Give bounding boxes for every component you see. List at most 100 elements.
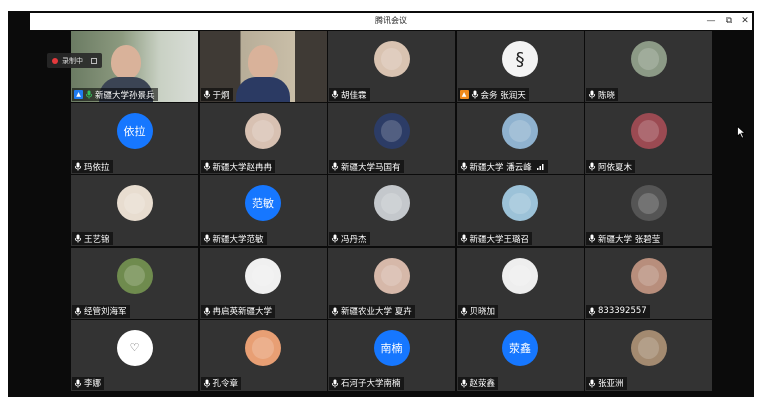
participant-tile[interactable]: 范敏 新疆大学范敏 — [199, 175, 327, 247]
participant-nameplate: 经管刘海军 — [72, 304, 130, 318]
microphone-icon[interactable] — [203, 90, 211, 99]
close-button[interactable]: ✕ — [736, 14, 754, 28]
participant-tile[interactable]: 833392557 — [585, 247, 712, 319]
microphone-icon[interactable] — [331, 162, 339, 171]
mouse-cursor-icon — [737, 126, 746, 139]
participant-tile[interactable]: 陈晓 — [585, 31, 712, 102]
participant-nameplate: 孔令章 — [200, 376, 242, 390]
participant-nameplate: 新疆大学 张碧莹 — [586, 232, 664, 246]
participant-tile[interactable]: 阿依夏木 — [585, 103, 712, 175]
participant-nameplate: 张亚洲 — [586, 376, 627, 390]
participant-name: 孔令章 — [212, 379, 239, 390]
participant-name: 张亚洲 — [598, 379, 624, 390]
microphone-icon[interactable] — [331, 90, 339, 99]
participant-tile[interactable]: ♡ 李娜 — [71, 319, 198, 391]
microphone-icon[interactable] — [203, 379, 211, 388]
stop-record-icon[interactable] — [91, 57, 97, 64]
participant-tile[interactable]: 新疆大学 张碧莹 — [585, 175, 712, 247]
microphone-icon[interactable] — [331, 307, 339, 316]
microphone-icon[interactable] — [74, 379, 82, 388]
minimize-button[interactable]: — — [702, 14, 720, 28]
microphone-icon[interactable] — [588, 162, 596, 171]
microphone-icon[interactable] — [203, 234, 211, 243]
participant-tile[interactable]: 新疆大学马国有 — [328, 103, 455, 175]
participant-name: 新疆大学马国有 — [341, 162, 401, 173]
flowers-icon — [630, 113, 667, 150]
participant-nameplate: ▲ 新疆大学孙景兵 — [72, 88, 158, 101]
microphone-icon[interactable] — [74, 307, 82, 316]
avatar-text: 范敏 — [245, 185, 281, 222]
microphone-icon[interactable] — [74, 162, 82, 171]
participant-tile[interactable]: 经管刘海军 — [71, 247, 198, 319]
baby-icon — [245, 113, 281, 150]
microphone-icon[interactable] — [85, 90, 93, 99]
person-figure — [247, 45, 278, 79]
participant-tile[interactable]: 新疆大学赵冉冉 — [199, 103, 327, 175]
microphone-icon[interactable] — [203, 307, 211, 316]
participant-tile[interactable]: § ▲ 会务 张润天 — [456, 31, 584, 102]
participant-nameplate: 胡佳霖 — [329, 88, 370, 101]
participant-nameplate: 于炯 — [200, 88, 233, 101]
microphone-icon[interactable] — [460, 234, 468, 243]
avatar-text: 依拉 — [116, 113, 153, 150]
participant-nameplate: 贝晓加 — [457, 304, 499, 318]
participant-tile[interactable]: 新疆大学王璐召 — [456, 175, 584, 247]
swirl-logo-icon: § — [502, 41, 538, 77]
participant-nameplate: 新疆大学 潘云峰 — [457, 160, 548, 174]
participant-tile[interactable]: 胡佳霖 — [328, 31, 455, 102]
microphone-icon[interactable] — [331, 234, 339, 243]
participant-tile[interactable]: 新疆农业大学 夏卉 — [328, 247, 455, 319]
microphone-icon[interactable] — [588, 379, 596, 388]
participant-tile[interactable]: 于炯 — [199, 31, 327, 102]
tiger-icon — [630, 329, 667, 366]
participant-name: 新疆大学 潘云峰 — [469, 162, 532, 173]
participant-tile[interactable]: 冉启英新疆大学 — [199, 247, 327, 319]
host-icon: ▲ — [74, 90, 83, 99]
recording-indicator[interactable]: 录制中 — [47, 53, 102, 68]
participant-name: 贝晓加 — [469, 307, 496, 318]
participant-nameplate: 新疆大学马国有 — [329, 160, 404, 174]
participant-nameplate: 新疆农业大学 夏卉 — [329, 304, 415, 318]
microphone-icon[interactable] — [460, 307, 468, 316]
participant-tile[interactable]: 贝晓加 — [456, 247, 584, 319]
participant-nameplate: 833392557 — [586, 304, 650, 318]
signal-icon — [536, 164, 544, 171]
participant-tile[interactable]: 王艺锦 — [71, 175, 198, 247]
woman-portrait-icon — [373, 41, 410, 77]
participant-nameplate: 赵荥鑫 — [457, 376, 499, 390]
participant-name: 玛依拉 — [84, 162, 110, 173]
microphone-icon[interactable] — [588, 90, 596, 99]
microphone-icon[interactable] — [588, 307, 596, 316]
microphone-icon[interactable] — [588, 234, 596, 243]
microphone-icon[interactable] — [471, 90, 479, 99]
child-icon — [373, 257, 410, 294]
participant-name: 新疆大学范敏 — [212, 234, 264, 245]
microphone-icon[interactable] — [74, 234, 82, 243]
participant-nameplate: 冯丹杰 — [329, 232, 370, 246]
participant-nameplate: 玛依拉 — [72, 160, 113, 174]
participant-tile[interactable]: 依拉 玛依拉 — [71, 103, 198, 175]
participant-name: 赵荥鑫 — [469, 379, 496, 390]
microphone-icon[interactable] — [460, 379, 468, 388]
participant-tile[interactable]: 新疆大学 潘云峰 — [456, 103, 584, 175]
cartoon-character-icon — [373, 113, 410, 150]
microphone-icon[interactable] — [331, 379, 339, 388]
participant-tile[interactable]: 孔令章 — [199, 319, 327, 391]
participant-tile[interactable]: 张亚洲 — [585, 319, 712, 391]
avatar-text: 荥鑫 — [502, 329, 538, 366]
participant-nameplate: 新疆大学王璐召 — [457, 232, 533, 246]
plant-icon — [116, 257, 153, 294]
woman-icon — [630, 257, 667, 294]
participant-name: 阿依夏木 — [598, 162, 633, 173]
participant-name: 新疆大学赵冉冉 — [212, 162, 273, 173]
participant-tile[interactable]: 南楠 石河子大学南楠 — [328, 319, 455, 391]
participant-tile[interactable]: 荥鑫 赵荥鑫 — [456, 319, 584, 391]
participant-name: 新疆农业大学 夏卉 — [341, 307, 412, 318]
cartoon-icon — [502, 185, 538, 222]
window-title: 腾讯会议 — [375, 16, 407, 25]
cat-icon — [630, 185, 667, 222]
microphone-icon[interactable] — [203, 162, 211, 171]
microphone-icon[interactable] — [460, 162, 468, 171]
participant-tile[interactable]: 冯丹杰 — [328, 175, 455, 247]
participant-name: 王艺锦 — [84, 234, 110, 245]
